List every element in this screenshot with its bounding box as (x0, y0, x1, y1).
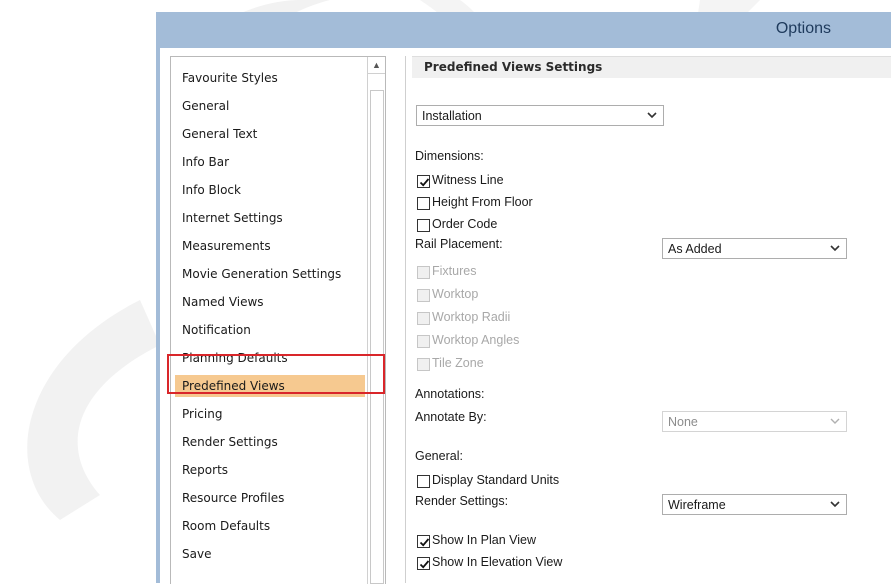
display-standard-units-checkbox[interactable] (417, 475, 430, 488)
tile-zone-label: Tile Zone (432, 356, 484, 370)
height-from-floor-checkbox[interactable] (417, 197, 430, 210)
worktop-angles-label: Worktop Angles (432, 333, 520, 347)
rail-placement-label: Rail Placement: (415, 237, 503, 251)
chevron-down-icon (830, 501, 840, 508)
chevron-down-icon (647, 112, 657, 119)
category-list[interactable]: Favourite Styles General General Text Info … (170, 56, 386, 584)
settings-header-title: Predefined Views Settings (424, 60, 603, 74)
annotate-by-select[interactable]: None (662, 411, 847, 432)
general-label: General: (415, 449, 463, 463)
scroll-up-arrow-icon[interactable]: ▲ (368, 57, 385, 74)
worktop-radii-label: Worktop Radii (432, 310, 511, 324)
sidebar-item-room-defaults[interactable]: Room Defaults (175, 515, 365, 537)
show-in-elevation-view-label: Show In Elevation View (432, 555, 563, 569)
sidebar-item-reports[interactable]: Reports (175, 459, 365, 481)
worktop-checkbox[interactable] (417, 289, 430, 302)
sidebar-item-info-bar[interactable]: Info Bar (175, 151, 365, 173)
render-settings-label: Render Settings: (415, 494, 509, 508)
show-in-plan-view-checkbox[interactable] (417, 535, 430, 548)
rail-placement-value: As Added (668, 242, 722, 256)
worktop-angles-checkbox[interactable] (417, 335, 430, 348)
sidebar-item-favourite-styles[interactable]: Favourite Styles (175, 67, 365, 89)
fixtures-checkbox[interactable] (417, 266, 430, 279)
sidebar-item-internet-settings[interactable]: Internet Settings (175, 207, 365, 229)
order-code-label: Order Code (432, 217, 498, 231)
worktop-radii-checkbox[interactable] (417, 312, 430, 325)
sidebar-item-general-text[interactable]: General Text (175, 123, 365, 145)
annotate-by-label: Annotate By: (415, 410, 487, 424)
sidebar-item-measurements[interactable]: Measurements (175, 235, 365, 257)
sidebar-item-save[interactable]: Save (175, 543, 365, 565)
sidebar-item-resource-profiles[interactable]: Resource Profiles (175, 487, 365, 509)
chevron-down-icon (830, 418, 840, 424)
annotate-by-value: None (668, 415, 698, 429)
annotations-label: Annotations: (415, 387, 485, 401)
title-bar: Options (156, 12, 891, 48)
witness-line-checkbox[interactable] (417, 175, 430, 188)
order-code-checkbox[interactable] (417, 219, 430, 232)
list-scrollbar[interactable]: ▲ (367, 57, 385, 584)
selection-highlight-box (167, 354, 385, 394)
sidebar-item-named-views[interactable]: Named Views (175, 291, 365, 313)
sidebar-item-info-block[interactable]: Info Block (175, 179, 365, 201)
options-window: Options Favourite Styles General General T… (156, 12, 891, 584)
checkmark-icon (419, 178, 430, 187)
display-standard-units-label: Display Standard Units (432, 473, 560, 487)
settings-panel: Predefined Views Settings Installation D… (412, 56, 891, 583)
panel-divider (405, 56, 406, 583)
scroll-thumb[interactable] (370, 90, 384, 584)
render-settings-select[interactable]: Wireframe (662, 494, 847, 515)
height-from-floor-label: Height From Floor (432, 195, 533, 209)
worktop-label: Worktop (432, 287, 479, 301)
window-frame-left (156, 48, 160, 583)
settings-header: Predefined Views Settings (412, 56, 891, 78)
sidebar-item-pricing[interactable]: Pricing (175, 403, 365, 425)
witness-line-label: Witness Line (432, 173, 504, 187)
show-in-plan-view-label: Show In Plan View (432, 533, 536, 547)
sidebar-item-render-settings[interactable]: Render Settings (175, 431, 365, 453)
render-settings-value: Wireframe (668, 498, 726, 512)
rail-placement-select[interactable]: As Added (662, 238, 847, 259)
fixtures-label: Fixtures (432, 264, 477, 278)
dimensions-label: Dimensions: (415, 149, 484, 163)
tile-zone-checkbox[interactable] (417, 358, 430, 371)
window-title: Options (775, 20, 831, 37)
sidebar-item-notification[interactable]: Notification (175, 319, 365, 341)
view-select-value: Installation (422, 109, 482, 123)
checkmark-icon (419, 538, 430, 547)
view-select[interactable]: Installation (416, 105, 664, 126)
chevron-down-icon (830, 245, 840, 252)
checkmark-icon (419, 560, 430, 569)
sidebar-item-general[interactable]: General (175, 95, 365, 117)
sidebar-item-movie-generation-settings[interactable]: Movie Generation Settings (175, 263, 365, 285)
show-in-elevation-view-checkbox[interactable] (417, 557, 430, 570)
